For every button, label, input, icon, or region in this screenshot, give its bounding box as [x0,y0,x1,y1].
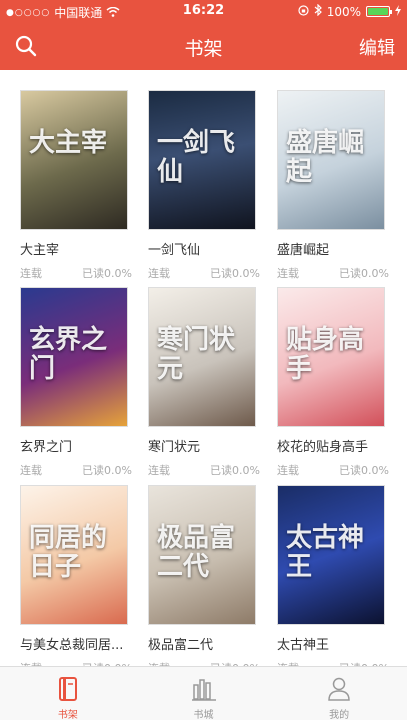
book-item[interactable]: 极品富二代 极品富二代 连载已读0.0% [148,485,262,676]
book-title: 大主宰 [20,243,60,258]
read-progress: 已读0.0% [82,267,132,280]
book-item[interactable]: 玄界之门 玄界之门 连载 已读0.0% [20,287,134,478]
book-status: 连载 [20,267,42,280]
book-cover[interactable]: 玄界之门 [20,287,128,427]
cover-title: 大主宰 [29,128,108,158]
bookstore-icon [190,675,218,703]
page-title: 书架 [184,38,223,60]
nav-bar: 书架 编辑 [0,22,407,70]
app-header: ●○○○○ 中国联通 16:22 100% 书架 编辑 [0,0,407,70]
book-title: 寒门状元 [148,440,201,455]
book-item[interactable]: 大主宰 大主宰 连载 已读0.0% [20,90,134,281]
bookshelf-icon [54,675,82,703]
book-cover[interactable]: 盛唐崛起 [277,90,385,230]
charging-icon [395,4,401,19]
book-cover[interactable]: 大主宰 [20,90,128,230]
book-status: 连载 [20,464,42,477]
book-status: 连载 [277,267,299,280]
book-cover[interactable]: 太古神王 [277,485,385,625]
book-item[interactable]: 一剑飞仙 一剑飞仙 连载 已读0.0% [148,90,262,281]
status-bar: ●○○○○ 中国联通 16:22 100% [0,0,407,22]
book-title: 太古神王 [277,638,330,653]
book-item[interactable]: 寒门状元 寒门状元 连载 已读0.0% [148,287,262,478]
tab-label: 书架 [57,710,78,720]
book-status: 连载 [148,267,170,280]
tab-bar: 书架 书城 我的 [0,666,407,720]
book-cover[interactable]: 寒门状元 [148,287,256,427]
rotation-lock-icon [298,4,309,19]
cover-title: 一剑飞仙 [157,128,236,187]
book-cover[interactable]: 极品富二代 [148,485,256,625]
book-status: 连载 [148,464,170,477]
cover-title: 同居的日子 [29,523,108,582]
book-cover[interactable]: 同居的日子 [20,485,128,625]
read-progress: 已读0.0% [210,267,260,280]
bookshelf-grid: 大主宰 大主宰 连载 已读0.0% 一剑飞仙 一剑飞仙 连载 已读0.0% 盛唐崛起… [0,70,407,675]
battery-icon [366,6,392,17]
book-item[interactable]: 盛唐崛起 盛唐崛起 连载 已读0.0% [277,90,391,281]
book-item[interactable]: 太古神王 太古神王 连载已读0.0% [277,485,391,676]
read-progress: 已读0.0% [82,464,132,477]
book-title: 与美女总裁同居... [20,638,124,653]
book-item[interactable]: 贴身高手 校花的贴身高手 连载 已读0.0% [277,287,391,478]
battery-percent: 100% [326,4,361,19]
cover-title: 玄界之门 [29,325,108,384]
tab-profile[interactable]: 我的 [271,667,407,720]
tab-bookstore[interactable]: 书城 [136,667,272,720]
book-cover[interactable]: 贴身高手 [277,287,385,427]
book-title: 校花的贴身高手 [277,440,369,455]
edit-button[interactable]: 编辑 [359,34,395,60]
read-progress: 已读0.0% [210,464,260,477]
book-title: 极品富二代 [148,638,214,653]
tab-label: 书城 [193,710,214,720]
cover-title: 贴身高手 [286,325,365,384]
book-status: 连载 [277,464,299,477]
read-progress: 已读0.0% [339,267,389,280]
book-cover[interactable]: 一剑飞仙 [148,90,256,230]
bluetooth-icon [314,3,322,19]
tab-label: 我的 [329,710,350,720]
tab-bookshelf[interactable]: 书架 [0,667,136,720]
cover-title: 极品富二代 [157,523,236,582]
book-title: 玄界之门 [20,440,73,455]
book-title: 一剑飞仙 [148,243,201,258]
read-progress: 已读0.0% [339,464,389,477]
cover-title: 寒门状元 [157,325,236,384]
book-title: 盛唐崛起 [277,243,330,258]
cover-title: 盛唐崛起 [286,128,365,187]
profile-icon [325,675,353,703]
cover-title: 太古神王 [286,523,365,582]
book-item[interactable]: 同居的日子 与美女总裁同居... 连载已读0.0% [20,485,134,676]
